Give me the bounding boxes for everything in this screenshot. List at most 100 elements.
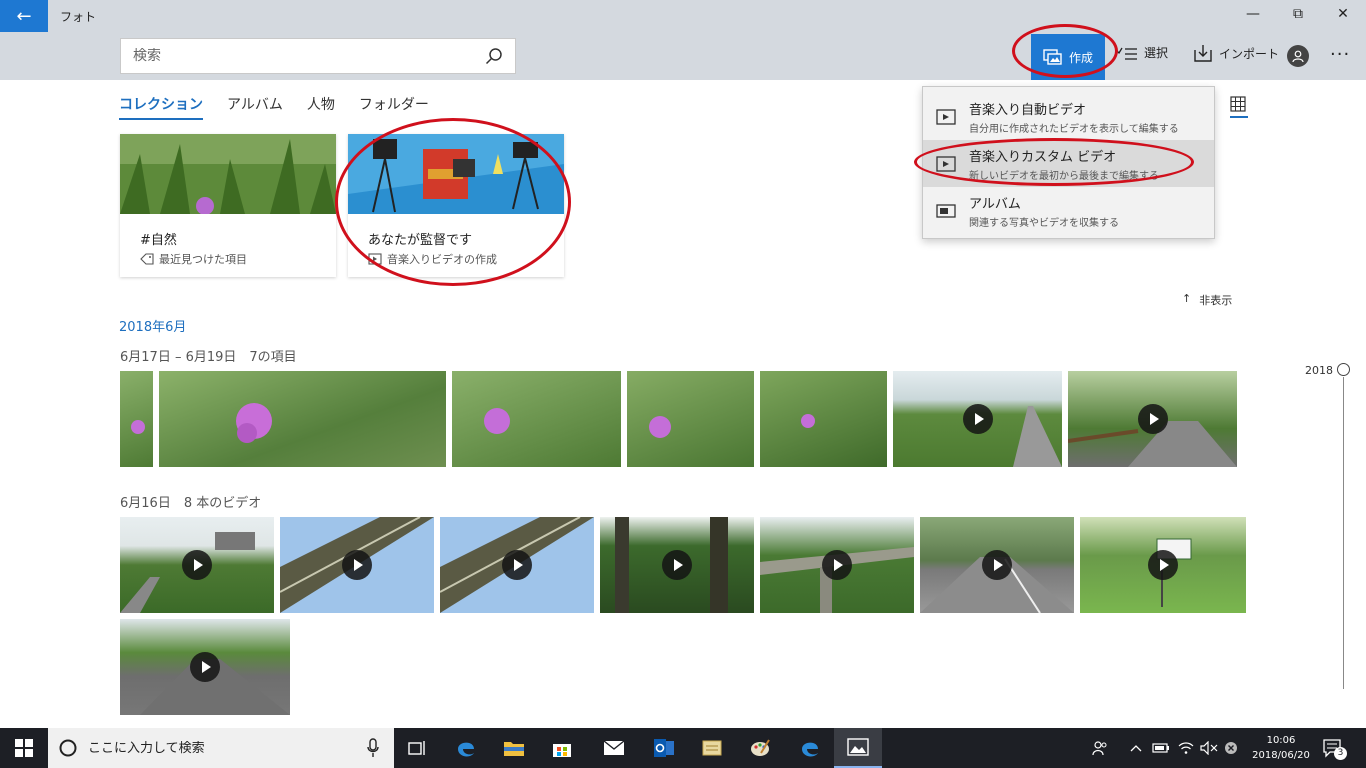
account-avatar[interactable] bbox=[1287, 45, 1309, 67]
edge-icon bbox=[458, 742, 474, 757]
flower-image bbox=[131, 420, 145, 434]
windows-icon bbox=[15, 739, 33, 757]
tab-collection[interactable]: コレクション bbox=[119, 94, 203, 120]
taskbar-photos[interactable] bbox=[834, 728, 882, 768]
grid-view-button[interactable] bbox=[1230, 96, 1248, 118]
video-thumbnail[interactable] bbox=[120, 517, 274, 613]
menu-item-subtitle: 新しいビデオを最初から最後まで編集する bbox=[969, 171, 1159, 182]
back-button[interactable]: ← bbox=[0, 0, 48, 32]
taskbar-store[interactable] bbox=[538, 728, 586, 768]
start-button[interactable] bbox=[0, 728, 48, 768]
video-thumbnail[interactable] bbox=[1068, 371, 1237, 467]
taskbar-edge[interactable] bbox=[442, 728, 490, 768]
video-thumbnail[interactable] bbox=[440, 517, 594, 613]
people-icon[interactable] bbox=[1092, 728, 1108, 768]
tab-album[interactable]: アルバム bbox=[227, 94, 283, 120]
search-box[interactable] bbox=[120, 38, 516, 74]
menu-item-auto-video[interactable]: 音楽入り自動ビデオ 自分用に作成されたビデオを表示して編集する bbox=[923, 93, 1214, 140]
card-thumbnail bbox=[120, 134, 336, 215]
video-thumbnail[interactable] bbox=[120, 619, 290, 715]
group-heading: 6月17日 – 6月19日 7の項目 bbox=[120, 350, 297, 365]
wifi-glyph bbox=[1178, 742, 1194, 754]
battery-icon[interactable] bbox=[1152, 728, 1170, 768]
collection-card-director[interactable]: あなたが監督です 音楽入りビデオの作成 bbox=[348, 134, 564, 277]
video-thumbnail[interactable] bbox=[893, 371, 1062, 467]
chevron-up-icon[interactable] bbox=[1130, 728, 1142, 768]
task-view-button[interactable] bbox=[394, 728, 442, 768]
auto-video-icon bbox=[936, 108, 956, 125]
hide-button[interactable]: ↑ 非表示 bbox=[1182, 292, 1232, 308]
tab-people[interactable]: 人物 bbox=[307, 94, 335, 120]
card-thumbnail bbox=[348, 134, 564, 214]
photo-thumbnail[interactable] bbox=[452, 371, 621, 467]
select-icon bbox=[1116, 47, 1137, 60]
hide-label: 非表示 bbox=[1199, 294, 1233, 307]
import-button[interactable]: インポート bbox=[1193, 44, 1279, 62]
app-title: フォト bbox=[60, 10, 97, 24]
timeline-marker[interactable] bbox=[1337, 363, 1350, 376]
card-title: あなたが監督です bbox=[368, 233, 473, 248]
play-icon bbox=[190, 652, 220, 682]
play-icon bbox=[502, 550, 532, 580]
play-icon bbox=[822, 550, 852, 580]
tab-folders[interactable]: フォルダー bbox=[359, 94, 429, 120]
close-button[interactable]: ✕ bbox=[1328, 6, 1358, 22]
more-button[interactable]: ··· bbox=[1330, 44, 1350, 65]
store-icon bbox=[553, 744, 571, 757]
custom-video-icon bbox=[936, 155, 956, 172]
notification-badge: 3 bbox=[1334, 746, 1347, 760]
taskbar-search-input[interactable] bbox=[88, 740, 356, 756]
minimize-button[interactable]: — bbox=[1238, 6, 1268, 22]
create-button[interactable]: 作成 bbox=[1031, 34, 1105, 80]
video-thumbnail[interactable] bbox=[280, 517, 434, 613]
taskbar-outlook[interactable] bbox=[640, 728, 688, 768]
photo-thumbnail[interactable] bbox=[760, 371, 887, 467]
taskbar-explorer[interactable] bbox=[490, 728, 538, 768]
close-circle-glyph bbox=[1225, 742, 1237, 754]
import-label: インポート bbox=[1219, 46, 1280, 61]
wifi-icon[interactable] bbox=[1178, 728, 1194, 768]
group-heading: 6月16日 8 本のビデオ bbox=[120, 496, 262, 511]
taskbar-paint[interactable] bbox=[736, 728, 784, 768]
menu-item-title: アルバム bbox=[969, 197, 1021, 212]
timeline-track[interactable] bbox=[1343, 377, 1344, 689]
taskbar-ie[interactable] bbox=[786, 728, 834, 768]
video-thumbnail[interactable] bbox=[760, 517, 914, 613]
photo-thumbnail[interactable] bbox=[120, 371, 153, 467]
title-bar: ← フォト — ⧉ ✕ 作成 bbox=[0, 0, 1366, 80]
photo-thumbnail[interactable] bbox=[627, 371, 754, 467]
close-circle-icon[interactable] bbox=[1224, 728, 1238, 768]
taskbar-app[interactable] bbox=[688, 728, 736, 768]
tag-icon bbox=[140, 253, 154, 265]
menu-item-album[interactable]: アルバム 関連する写真やビデオを収集する bbox=[923, 187, 1214, 234]
create-icon bbox=[1043, 49, 1062, 65]
menu-item-custom-video[interactable]: 音楽入りカスタム ビデオ 新しいビデオを最初から最後まで編集する bbox=[923, 140, 1214, 187]
play-icon bbox=[962, 404, 993, 434]
taskbar-clock[interactable]: 10:06 2018/06/20 bbox=[1246, 733, 1316, 763]
clock-time: 10:06 bbox=[1266, 735, 1296, 746]
people-glyph bbox=[1092, 741, 1107, 756]
notification-center-button[interactable]: 3 bbox=[1322, 728, 1347, 768]
chevron-glyph bbox=[1130, 745, 1142, 752]
timeline-year[interactable]: 2018 bbox=[1305, 364, 1333, 377]
microphone-icon[interactable] bbox=[366, 738, 380, 758]
taskbar-mail[interactable] bbox=[590, 728, 638, 768]
maximize-button[interactable]: ⧉ bbox=[1283, 6, 1313, 22]
cortana-icon bbox=[59, 739, 77, 757]
search-icon[interactable] bbox=[485, 47, 503, 65]
search-input[interactable] bbox=[133, 48, 485, 64]
taskbar-search[interactable] bbox=[48, 728, 394, 768]
video-thumbnail[interactable] bbox=[920, 517, 1074, 613]
volume-mute-icon[interactable] bbox=[1200, 728, 1218, 768]
video-thumbnail[interactable] bbox=[600, 517, 754, 613]
video-thumbnail[interactable] bbox=[1080, 517, 1246, 613]
menu-item-subtitle: 関連する写真やビデオを収集する bbox=[969, 218, 1119, 229]
flower-image bbox=[649, 416, 671, 438]
card-title: #自然 bbox=[140, 233, 177, 248]
edge-icon bbox=[802, 742, 818, 757]
photo-thumbnail[interactable] bbox=[159, 371, 446, 467]
select-button[interactable]: 選択 bbox=[1116, 44, 1168, 61]
collection-card-nature[interactable]: #自然 最近見つけた項目 bbox=[120, 134, 336, 277]
person-icon bbox=[1292, 50, 1304, 63]
arrow-up-icon: ↑ bbox=[1182, 292, 1192, 305]
